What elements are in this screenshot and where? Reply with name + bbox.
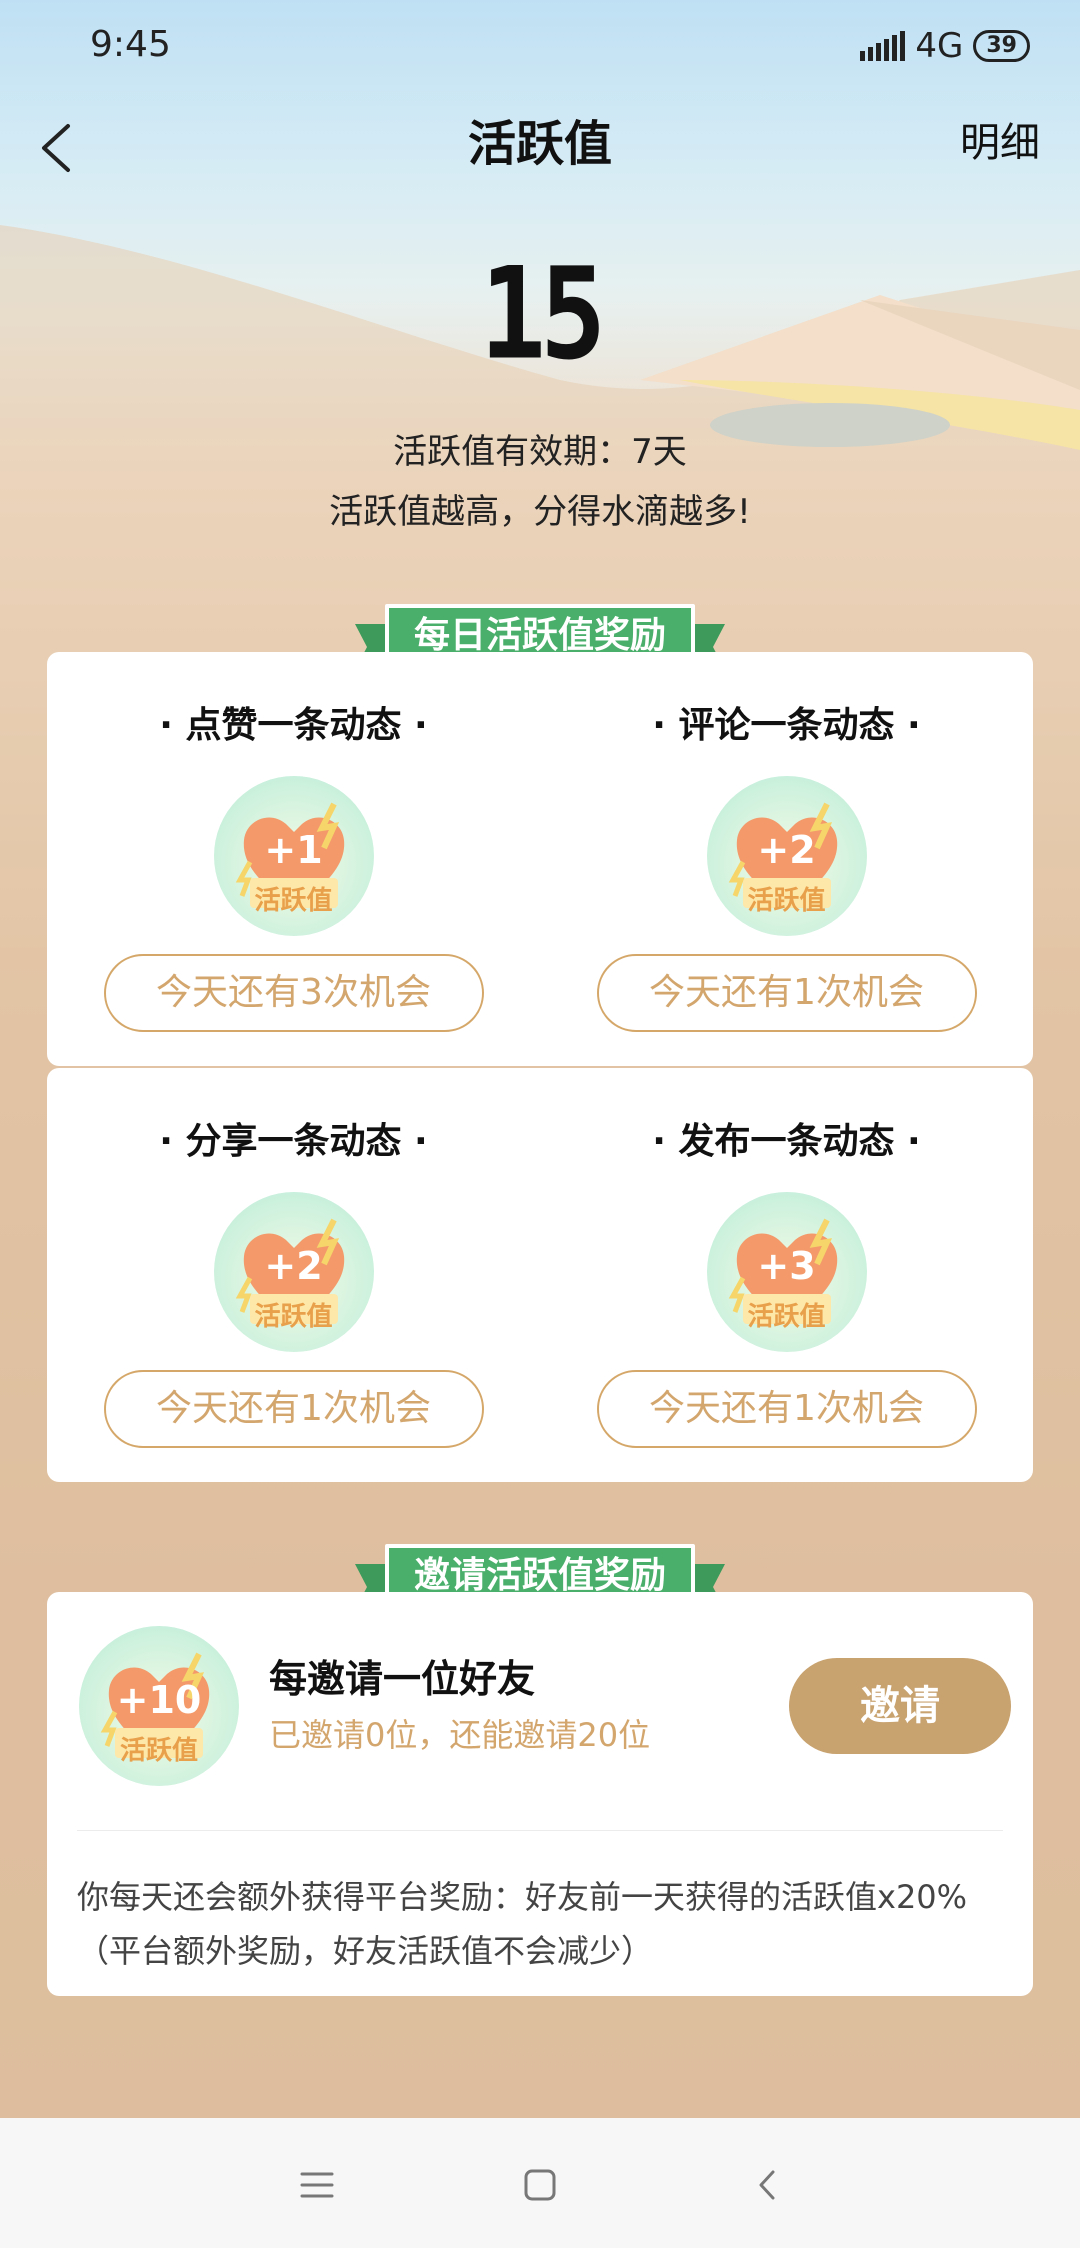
task-name: · 点赞一条动态 · [159, 705, 428, 746]
invite-card: +10 活跃值 每邀请一位好友 已邀请0位，还能邀请20位 邀请 你每天还会额外… [47, 1592, 1033, 1996]
task-share: · 分享一条动态 · +2 活跃值 今天还有1次机会 [47, 1068, 540, 1448]
home-square-icon [524, 2169, 556, 2201]
status-bar: 9:45 4G 39 [0, 0, 1080, 92]
daily-card-1: · 点赞一条动态 · +1 活跃值 今天还有3次机会 · 评论一条动态 · +2… [47, 652, 1033, 1066]
tip-text: 活跃值越高，分得水滴越多! [329, 492, 751, 532]
chance-button[interactable]: 今天还有1次机会 [596, 954, 977, 1032]
task-name: · 评论一条动态 · [652, 705, 921, 746]
invite-status: 已邀请0位，还能邀请20位 [269, 1716, 651, 1754]
task-name: · 发布一条动态 · [652, 1121, 921, 1162]
heart-lightning-icon: +1 活跃值 [213, 776, 374, 936]
task-like: · 点赞一条动态 · +1 活跃值 今天还有3次机会 [47, 652, 540, 1032]
detail-link[interactable]: 明细 [960, 110, 1040, 168]
task-name: · 分享一条动态 · [159, 1121, 428, 1162]
divider [77, 1830, 1003, 1831]
network-label: 4G [915, 26, 964, 66]
nav-back-button[interactable] [733, 2150, 803, 2220]
chance-button[interactable]: 今天还有1次机会 [103, 1370, 484, 1448]
invite-title: 每邀请一位好友 [269, 1657, 536, 1701]
chance-button[interactable]: 今天还有1次机会 [596, 1370, 977, 1448]
heart-lightning-icon: +2 活跃值 [706, 776, 867, 936]
signal-icon [860, 31, 906, 61]
heart-lightning-icon: +3 活跃值 [706, 1192, 867, 1352]
task-publish: · 发布一条动态 · +3 活跃值 今天还有1次机会 [540, 1068, 1033, 1448]
battery-icon: 39 [973, 30, 1030, 62]
chance-button[interactable]: 今天还有3次机会 [103, 954, 484, 1032]
heart-lightning-icon: +2 活跃值 [213, 1192, 374, 1352]
activity-score: 15 [479, 240, 606, 388]
home-button[interactable] [505, 2150, 575, 2220]
header: 活跃值 明细 [0, 92, 1080, 212]
validity-text: 活跃值有效期：7天 [393, 432, 687, 472]
menu-icon [300, 2172, 334, 2198]
clock: 9:45 [90, 24, 171, 65]
back-triangle-icon [759, 2170, 775, 2200]
invite-button[interactable]: 邀请 [789, 1658, 1011, 1754]
task-comment: · 评论一条动态 · +2 活跃值 今天还有1次机会 [540, 652, 1033, 1032]
daily-card-2: · 分享一条动态 · +2 活跃值 今天还有1次机会 · 发布一条动态 · +3… [47, 1068, 1033, 1482]
heart-lightning-icon: +10 活跃值 [79, 1626, 239, 1786]
invite-note: 你每天还会额外获得平台奖励：好友前一天获得的活跃值x20%（平台额外奖励，好友活… [77, 1878, 968, 1970]
system-nav-bar [0, 2118, 1080, 2248]
page-title: 活跃值 [467, 116, 612, 172]
menu-button[interactable] [282, 2150, 352, 2220]
